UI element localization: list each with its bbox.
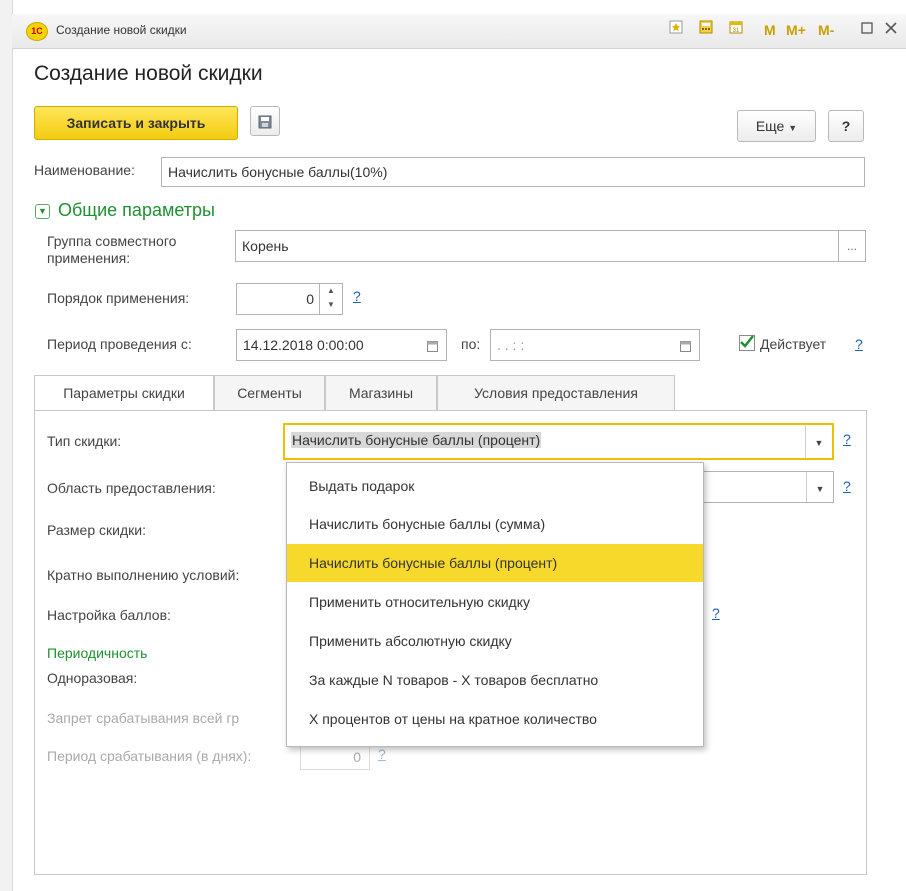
collapse-toggle-icon[interactable]: ▼ xyxy=(35,204,50,219)
period-from-value: 14.12.2018 0:00:00 xyxy=(243,337,364,353)
points-label: Настройка баллов: xyxy=(47,607,171,623)
active-checkbox[interactable] xyxy=(739,335,755,351)
group-field[interactable]: Корень xyxy=(235,230,839,262)
discount-type-label: Тип скидки: xyxy=(47,433,122,449)
svg-text:31: 31 xyxy=(733,28,740,34)
save-button[interactable] xyxy=(250,106,280,136)
area-label: Область предоставления: xyxy=(47,480,216,496)
period-days-value: 0 xyxy=(353,749,361,765)
chevron-down-icon[interactable]: ▼ xyxy=(805,425,832,458)
tab-segments[interactable]: Сегменты xyxy=(214,375,325,411)
period-to-field[interactable]: . . : : xyxy=(490,329,700,361)
group-label-line1: Группа совместного xyxy=(47,233,177,249)
chevron-down-icon: ▼ xyxy=(788,123,798,133)
maximize-icon[interactable] xyxy=(858,20,876,40)
period-to-value: . . : : xyxy=(497,337,525,353)
more-button-label: Еще xyxy=(755,118,785,134)
memory-m-button[interactable]: M xyxy=(764,20,776,40)
type-help-link[interactable]: ? xyxy=(843,431,851,447)
active-help-link[interactable]: ? xyxy=(855,336,863,352)
dropdown-option[interactable]: X процентов от цены на кратное количеств… xyxy=(287,700,703,738)
calendar-icon[interactable]: 31 xyxy=(726,20,746,40)
bookmark-icon[interactable] xyxy=(666,20,686,40)
save-and-close-button[interactable]: Записать и закрыть xyxy=(34,106,238,140)
order-stepper[interactable]: 0 ▲ ▼ xyxy=(236,283,343,315)
close-icon[interactable] xyxy=(882,20,900,40)
area-select[interactable]: ▼ xyxy=(700,471,834,503)
discount-type-select[interactable]: Начислить бонусные баллы (процент) ▼ xyxy=(283,423,834,460)
memory-minus-button[interactable]: M- xyxy=(818,20,834,40)
period-label: Период проведения с: xyxy=(47,336,192,352)
period-to-label: по: xyxy=(461,336,481,352)
size-label: Размер скидки: xyxy=(47,522,146,538)
dropdown-option[interactable]: Применить абсолютную скидку xyxy=(287,622,703,660)
memory-plus-button[interactable]: M+ xyxy=(786,20,806,40)
period-days-label: Период срабатывания (в днях): xyxy=(47,748,252,764)
period-from-field[interactable]: 14.12.2018 0:00:00 xyxy=(236,329,447,361)
dropdown-option[interactable]: Начислить бонусные баллы (сумма) xyxy=(287,505,703,543)
area-help-link[interactable]: ? xyxy=(843,478,851,494)
stepper-arrows-icon[interactable]: ▲ ▼ xyxy=(319,284,342,314)
form-title: Создание новой скидки xyxy=(34,62,263,85)
more-button[interactable]: Еще ▼ xyxy=(737,110,816,142)
group-select-button[interactable]: ... xyxy=(838,230,866,262)
floppy-disk-icon xyxy=(258,113,272,129)
help-button[interactable]: ? xyxy=(828,110,864,142)
points-help-link[interactable]: ? xyxy=(712,605,720,621)
left-edge-strip xyxy=(0,0,13,891)
name-field[interactable]: Начислить бонусные баллы(10%) xyxy=(161,157,865,187)
order-label: Порядок применения: xyxy=(47,290,190,306)
window-title: Создание новой скидки xyxy=(56,23,187,37)
period-days-help-link[interactable]: ? xyxy=(378,746,386,762)
checkmark-icon xyxy=(740,335,754,348)
group-label: Группа совместного применения: xyxy=(47,233,176,267)
tab-stores[interactable]: Магазины xyxy=(325,375,437,411)
name-label: Наименование: xyxy=(34,162,135,178)
calendar-picker-icon[interactable] xyxy=(418,330,446,360)
ban-label: Запрет срабатывания всей гр xyxy=(47,710,240,726)
dropdown-option[interactable]: Выдать подарок xyxy=(287,467,703,505)
tab-conditions[interactable]: Условия предоставления xyxy=(437,375,675,411)
dropdown-option-selected[interactable]: Начислить бонусные баллы (процент) xyxy=(287,544,703,582)
calculator-icon[interactable] xyxy=(696,20,716,40)
order-help-link[interactable]: ? xyxy=(353,288,361,304)
discount-type-dropdown: Выдать подарок Начислить бонусные баллы … xyxy=(286,462,704,747)
multiple-label: Кратно выполнению условий: xyxy=(47,567,240,583)
calendar-picker-icon[interactable] xyxy=(671,330,699,360)
order-value: 0 xyxy=(306,291,314,307)
one-time-label: Одноразовая: xyxy=(47,670,138,686)
dropdown-option[interactable]: Применить относительную скидку xyxy=(287,583,703,621)
periodicity-heading: Периодичность xyxy=(47,645,148,661)
dropdown-option[interactable]: За каждые N товаров - X товаров бесплатн… xyxy=(287,661,703,699)
app-logo-icon: 1С xyxy=(26,22,48,41)
discount-type-value: Начислить бонусные баллы (процент) xyxy=(291,432,542,448)
section-general-params[interactable]: Общие параметры xyxy=(58,200,215,221)
active-label: Действует xyxy=(760,336,827,352)
group-label-line2: применения: xyxy=(47,250,131,266)
tab-discount-params[interactable]: Параметры скидки xyxy=(34,375,214,412)
chevron-down-icon[interactable]: ▼ xyxy=(806,472,833,502)
